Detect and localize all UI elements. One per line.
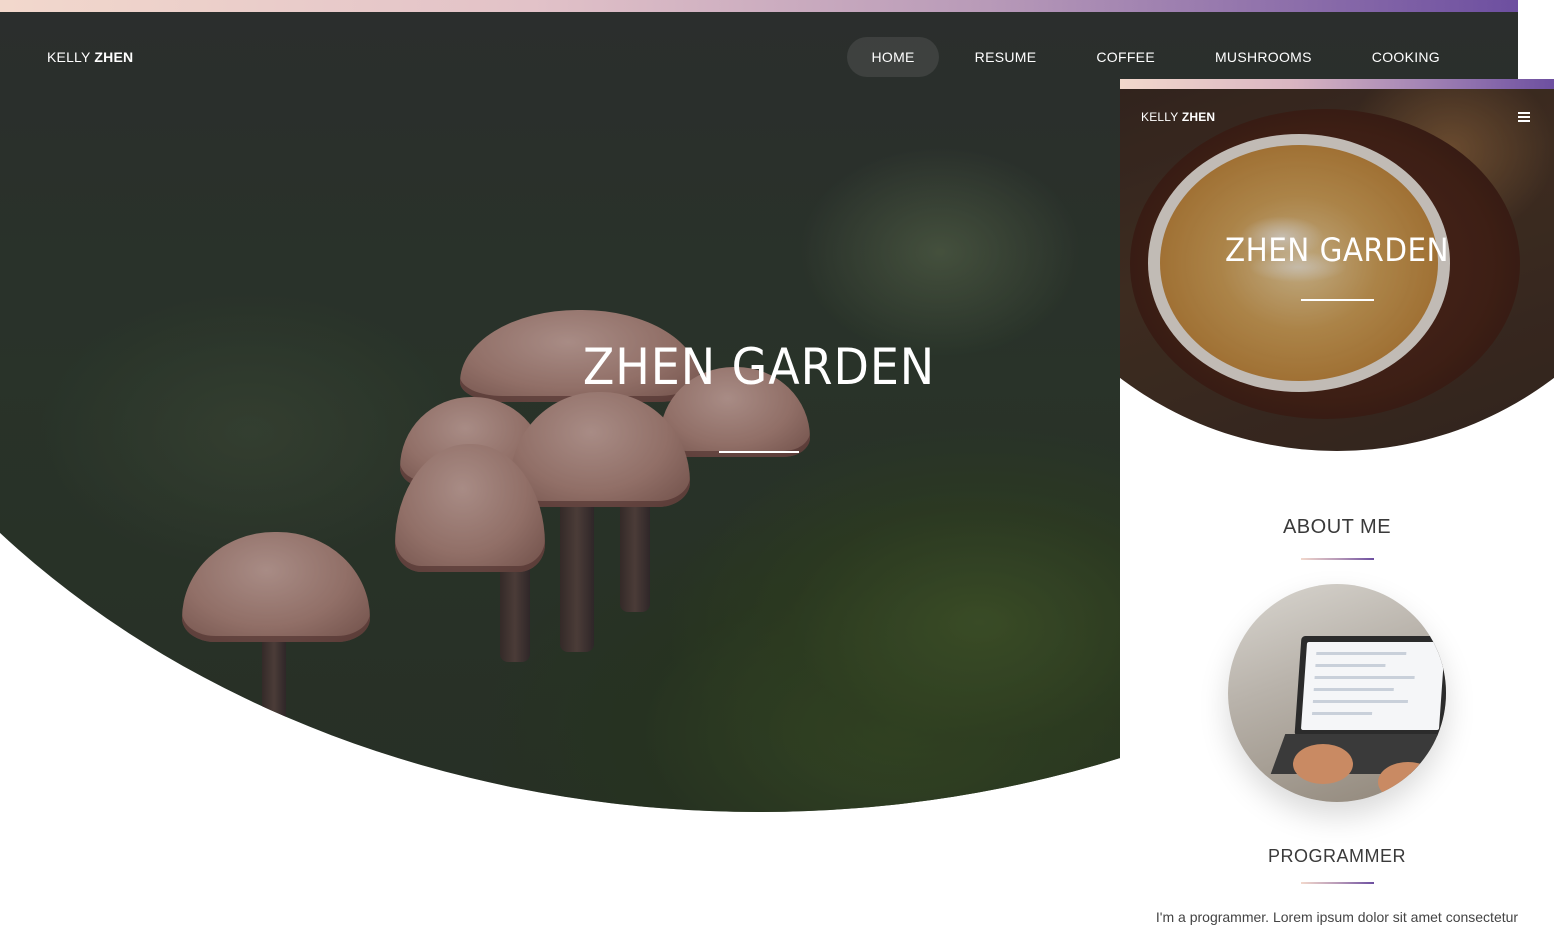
mobile-hero-title: ZHEN GARDEN	[1224, 231, 1450, 269]
mushroom-cap	[40, 682, 220, 772]
brand-last-name: ZHEN	[1181, 110, 1216, 124]
hand	[1378, 762, 1438, 802]
nav-item-coffee[interactable]: COFFEE	[1072, 37, 1179, 77]
hero-overlay	[1120, 89, 1554, 451]
programmer-divider	[1301, 882, 1374, 884]
hero-title-underline	[719, 451, 799, 453]
mobile-hero-banner	[1120, 89, 1554, 451]
brand-first-name: KELLY	[47, 49, 91, 65]
mushroom-cap	[200, 727, 310, 787]
nav-item-home[interactable]: HOME	[847, 37, 939, 77]
nav-item-mushrooms[interactable]: MUSHROOMS	[1191, 37, 1336, 77]
about-me-heading: ABOUT ME	[1282, 516, 1392, 538]
laptop-icon	[1294, 636, 1446, 736]
brand-first-name: KELLY	[1141, 110, 1179, 124]
brand-last-name: ZHEN	[94, 49, 134, 65]
bio-text: I'm a programmer. Lorem ipsum dolor sit …	[1155, 909, 1519, 925]
brand-logo[interactable]: KELLY ZHEN	[1141, 110, 1215, 124]
brand-logo[interactable]: KELLY ZHEN	[47, 49, 133, 65]
hamburger-icon[interactable]	[1518, 112, 1530, 122]
nav-item-resume[interactable]: RESUME	[951, 37, 1061, 77]
mobile-hero-underline	[1301, 299, 1374, 301]
nav-item-cooking[interactable]: COOKING	[1348, 37, 1464, 77]
nav-links: HOME RESUME COFFEE MUSHROOMS COOKING	[835, 37, 1464, 77]
gradient-top-bar	[1120, 79, 1554, 89]
about-me-divider	[1301, 558, 1374, 560]
hand	[1293, 744, 1353, 784]
programmer-heading: PROGRAMMER	[1267, 846, 1406, 866]
mobile-view: KELLY ZHEN ZHEN GARDEN ABOUT ME PROGRAMM…	[1120, 79, 1554, 948]
avatar	[1228, 584, 1446, 802]
gradient-top-bar	[0, 0, 1518, 12]
laptop-display	[1300, 642, 1446, 730]
